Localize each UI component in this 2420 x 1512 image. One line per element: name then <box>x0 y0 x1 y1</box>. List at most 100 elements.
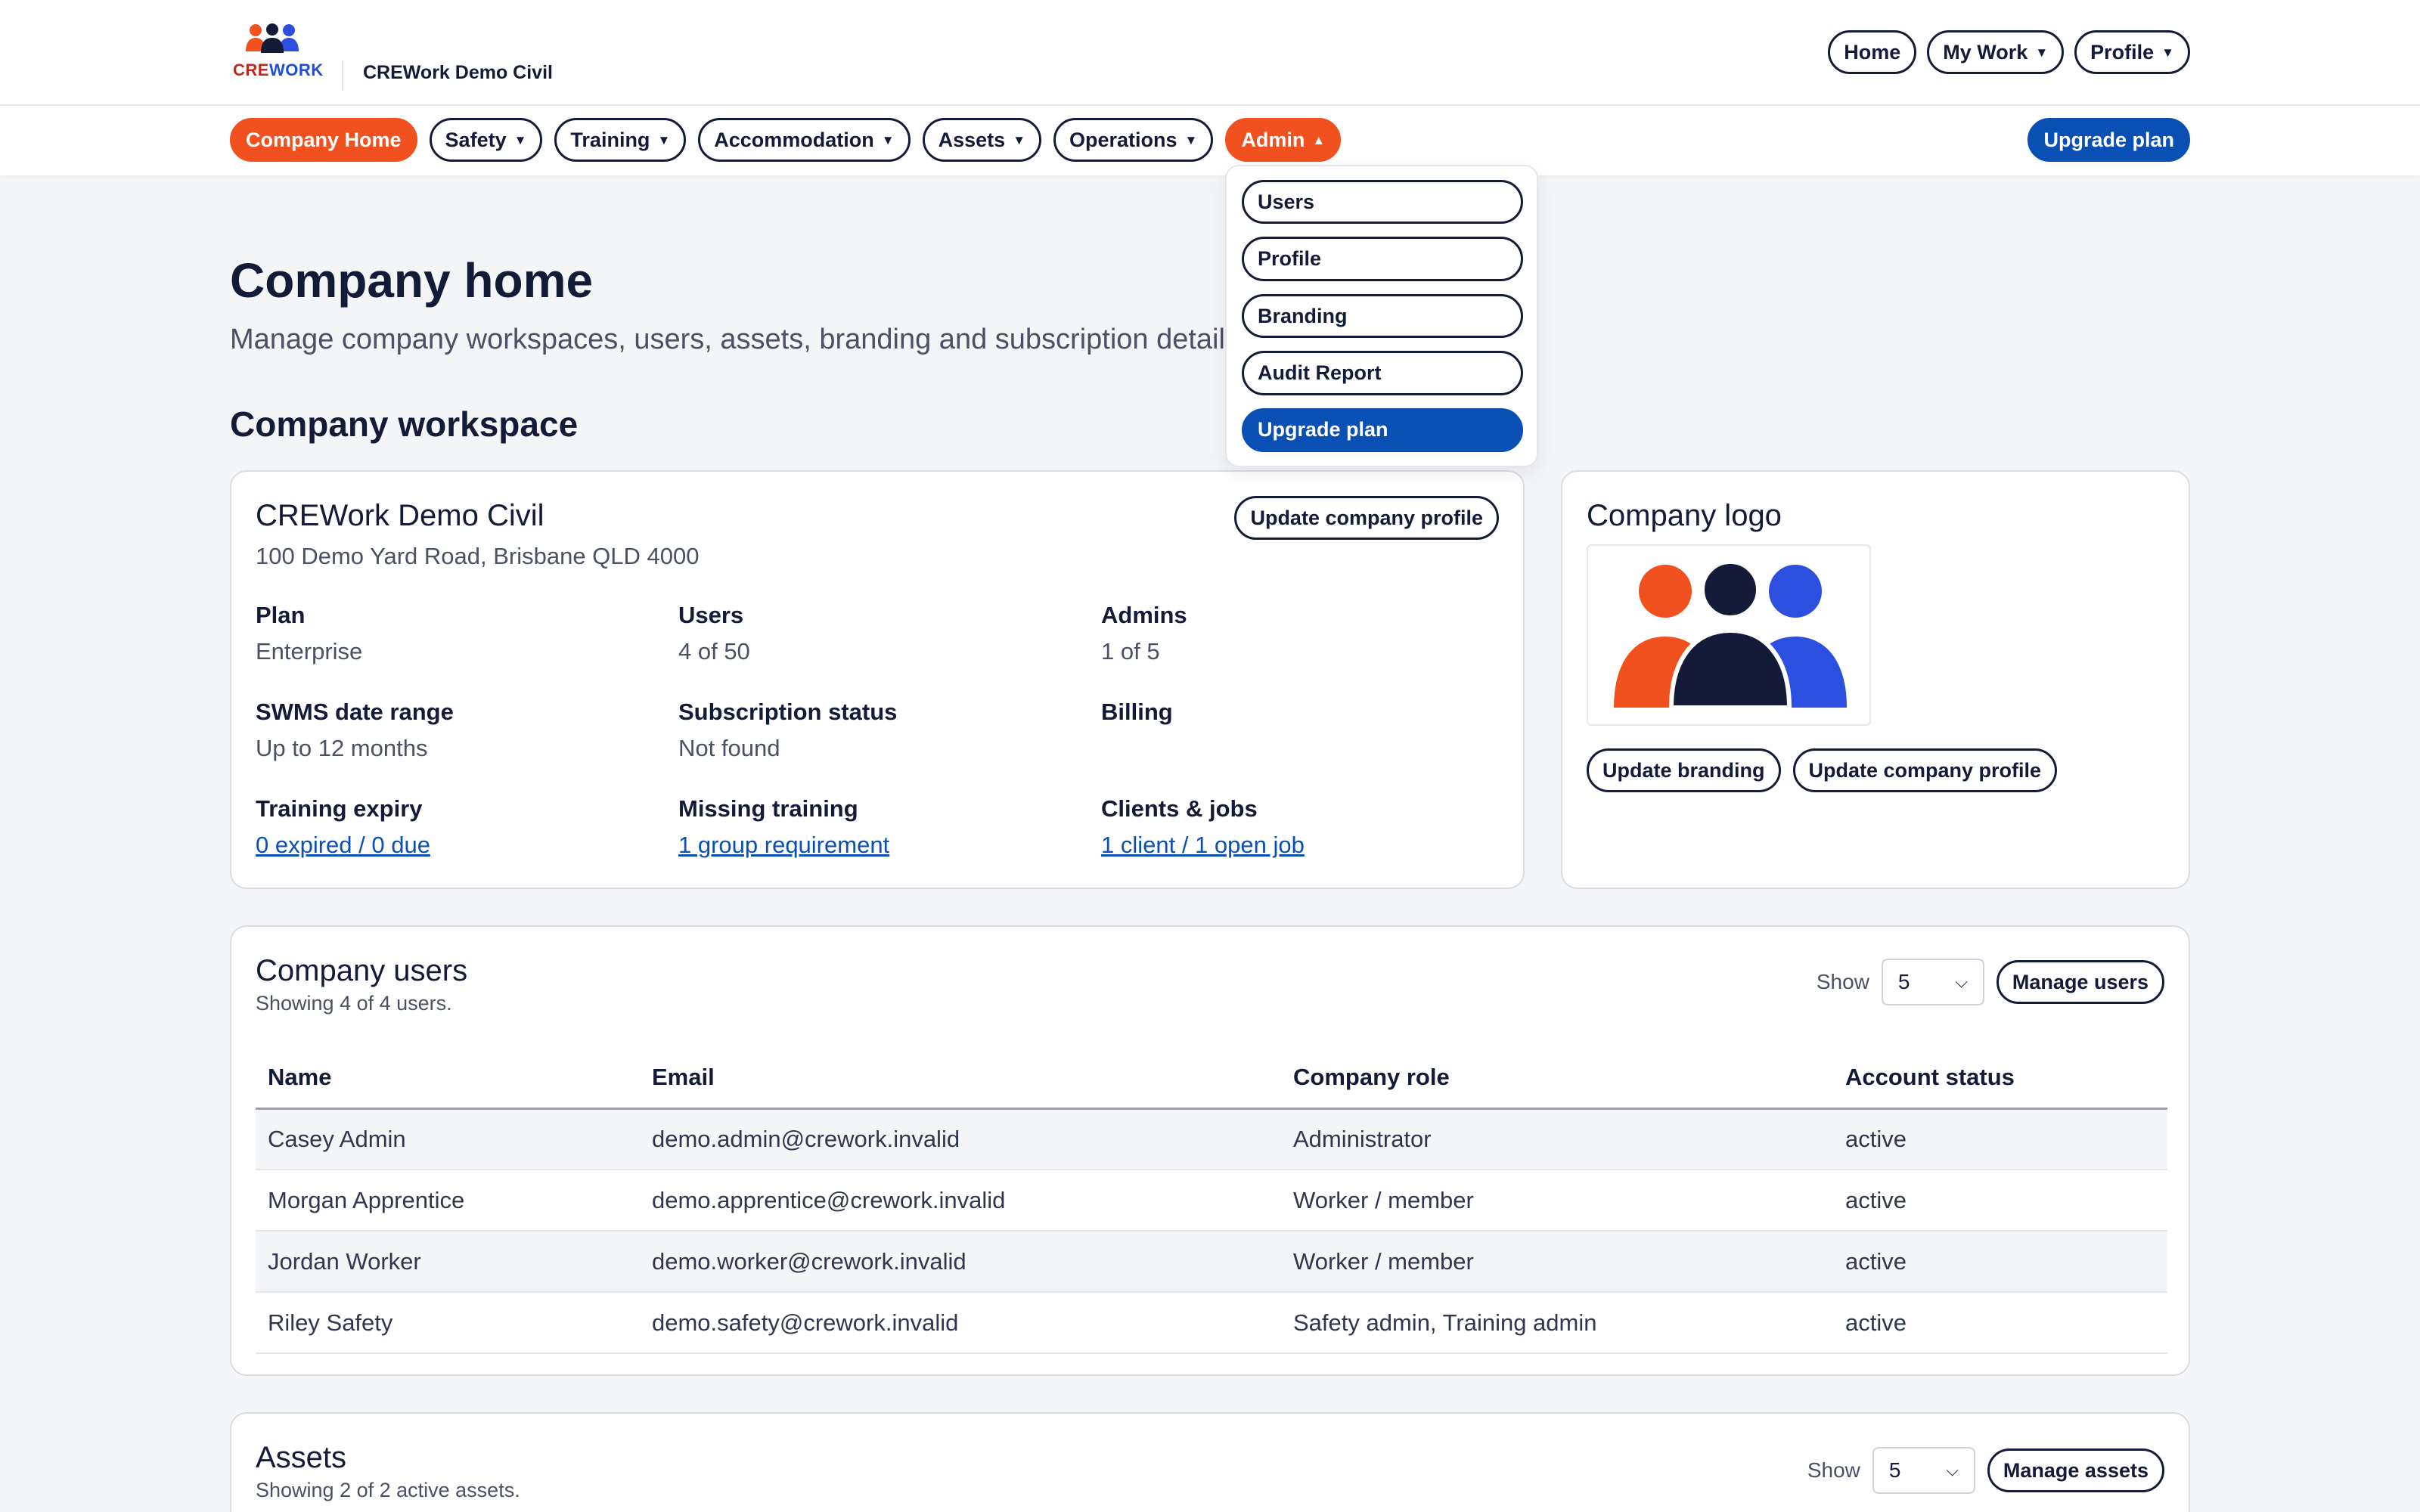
clients-jobs-link[interactable]: 1 client / 1 open job <box>1101 832 1479 859</box>
stat-label: Training expiry <box>256 795 423 822</box>
admin-menu-audit-report[interactable]: Audit Report <box>1242 351 1523 395</box>
nav-assets[interactable]: Assets ▼ <box>922 118 1042 162</box>
missing-training-link[interactable]: 1 group requirement <box>678 832 1056 859</box>
cell-email: demo.safety@crework.invalid <box>640 1292 1281 1354</box>
caret-down-icon: ▼ <box>881 132 895 147</box>
admin-menu-branding[interactable]: Branding <box>1242 293 1523 339</box>
training-expiry-link[interactable]: 0 expired / 0 due <box>256 832 634 859</box>
nav-accommodation[interactable]: Accommodation ▼ <box>698 118 911 162</box>
company-logo-card: Company logo Update branding Update comp… <box>1561 470 2190 889</box>
stat-plan: Plan Enterprise <box>256 602 634 665</box>
menu-item-label: Branding <box>1258 304 1348 327</box>
nav-label: Training <box>570 128 650 151</box>
stat-label: SWMS date range <box>256 699 454 725</box>
users-table: Name Email Company role Account status C… <box>256 1048 2167 1354</box>
cell-role: Administrator <box>1281 1108 1833 1170</box>
column-header-account-status[interactable]: Account status <box>1833 1048 2167 1110</box>
column-header-email[interactable]: Email <box>640 1048 1281 1110</box>
caret-down-icon: ▼ <box>2035 45 2049 60</box>
stat-training-expiry: Training expiry 0 expired / 0 due <box>256 795 634 859</box>
stat-label: Subscription status <box>678 699 898 725</box>
cell-status: active <box>1833 1231 2167 1293</box>
profile-label: Profile <box>2090 40 2155 64</box>
column-header-company-role[interactable]: Company role <box>1281 1048 1833 1110</box>
brand[interactable]: CREWORK CREWork Demo Civil <box>230 23 553 91</box>
brand-company-name: CREWork Demo Civil <box>363 62 553 83</box>
nav-items: Company Home Safety ▼ Training ▼ Accommoda… <box>230 118 1342 162</box>
nav-label: Safety <box>445 128 507 151</box>
button-label: Manage assets <box>2003 1458 2149 1482</box>
crework-logo[interactable]: CREWORK <box>230 23 323 83</box>
cell-email: demo.admin@crework.invalid <box>640 1108 1281 1170</box>
assets-page-size-select[interactable]: 5 ⌵ <box>1872 1447 1975 1494</box>
manage-users-button[interactable]: Manage users <box>1996 960 2164 1004</box>
workspace-address: 100 Demo Yard Road, Brisbane QLD 4000 <box>256 543 700 569</box>
company-users-card: Company users Showing 4 of 4 users. Show… <box>230 925 2190 1376</box>
cell-name: Casey Admin <box>256 1108 640 1170</box>
menu-item-label: Users <box>1258 190 1315 213</box>
upgrade-plan-button[interactable]: Upgrade plan <box>2028 118 2190 162</box>
people-logo-icon <box>246 23 299 53</box>
button-label: Manage users <box>2012 970 2149 993</box>
admin-menu-users[interactable]: Users <box>1242 180 1523 225</box>
nav-company-home[interactable]: Company Home <box>230 118 417 162</box>
logo-actions: Update branding Update company profile <box>1587 748 2058 792</box>
users-card-title: Company users <box>256 954 468 987</box>
page-title: Company home <box>230 253 594 308</box>
show-label: Show <box>1816 970 1869 993</box>
stat-missing-training: Missing training 1 group requirement <box>678 795 1056 859</box>
my-work-menu[interactable]: My Work ▼ <box>1927 30 2065 74</box>
select-value: 5 <box>1897 970 1910 993</box>
stat-subscription-status: Subscription status Not found <box>678 699 1056 762</box>
stat-clients-jobs: Clients & jobs 1 client / 1 open job <box>1101 795 1479 859</box>
button-label: Update company profile <box>1250 506 1483 529</box>
logo-card-title: Company logo <box>1587 499 1782 532</box>
admin-menu-upgrade-plan[interactable]: Upgrade plan <box>1242 407 1523 453</box>
brand-divider <box>342 60 343 91</box>
nav-training[interactable]: Training ▼ <box>554 118 687 162</box>
stat-swms-date-range: SWMS date range Up to 12 months <box>256 699 634 762</box>
page-subtitle: Manage company workspaces, users, assets… <box>230 324 1248 355</box>
stat-billing: Billing <box>1101 699 1479 735</box>
table-row[interactable]: Morgan Apprentice demo.apprentice@crewor… <box>256 1170 2167 1232</box>
stat-label: Clients & jobs <box>1101 795 1258 822</box>
home-button[interactable]: Home <box>1828 30 1917 74</box>
top-nav: Home My Work ▼ Profile ▼ <box>1828 30 2190 74</box>
update-branding-button[interactable]: Update branding <box>1587 748 1781 792</box>
caret-down-icon: ▼ <box>1184 132 1198 147</box>
caret-down-icon: ▼ <box>657 132 671 147</box>
nav-operations[interactable]: Operations ▼ <box>1053 118 1214 162</box>
users-page-size-select[interactable]: 5 ⌵ <box>1881 959 1984 1005</box>
nav-safety[interactable]: Safety ▼ <box>429 118 543 162</box>
chevron-down-icon: ⌵ <box>1955 972 1968 991</box>
cell-role: Worker / member <box>1281 1170 1833 1232</box>
admin-menu-profile[interactable]: Profile <box>1242 237 1523 281</box>
table-header-row: Name Email Company role Account status <box>256 1048 2167 1110</box>
caret-down-icon: ▼ <box>2161 45 2174 60</box>
profile-menu[interactable]: Profile ▼ <box>2074 30 2190 74</box>
stat-value: Not found <box>678 735 780 761</box>
update-company-profile-button-2[interactable]: Update company profile <box>1792 748 2058 792</box>
stat-value: 1 of 5 <box>1101 638 1160 665</box>
caret-down-icon: ▼ <box>513 132 527 147</box>
users-card-subtitle: Showing 4 of 4 users. <box>256 992 452 1015</box>
stat-label: Billing <box>1101 699 1173 725</box>
table-row[interactable]: Jordan Worker demo.worker@crework.invali… <box>256 1231 2167 1293</box>
stat-label: Missing training <box>678 795 858 822</box>
table-row[interactable]: Riley Safety demo.safety@crework.invalid… <box>256 1292 2167 1354</box>
button-label: Update company profile <box>1808 758 2042 782</box>
workspace-name: CREWork Demo Civil <box>256 499 544 532</box>
cell-name: Jordan Worker <box>256 1231 640 1293</box>
manage-assets-button[interactable]: Manage assets <box>1987 1448 2164 1492</box>
table-row[interactable]: Casey Admin demo.admin@crework.invalid A… <box>256 1108 2167 1170</box>
button-label: Update branding <box>1602 758 1765 782</box>
nav-admin[interactable]: Admin ▲ <box>1225 118 1342 162</box>
nav-label: Company Home <box>246 128 402 151</box>
cell-status: active <box>1833 1108 2167 1170</box>
update-company-profile-button[interactable]: Update company profile <box>1234 496 1499 540</box>
stat-value: Up to 12 months <box>256 735 428 761</box>
brand-wordmark: CREWORK <box>233 60 324 79</box>
column-header-name[interactable]: Name <box>256 1048 640 1110</box>
admin-dropdown-menu: Users Profile Branding Audit Report Upgr… <box>1225 165 1538 467</box>
stat-admins: Admins 1 of 5 <box>1101 602 1479 665</box>
